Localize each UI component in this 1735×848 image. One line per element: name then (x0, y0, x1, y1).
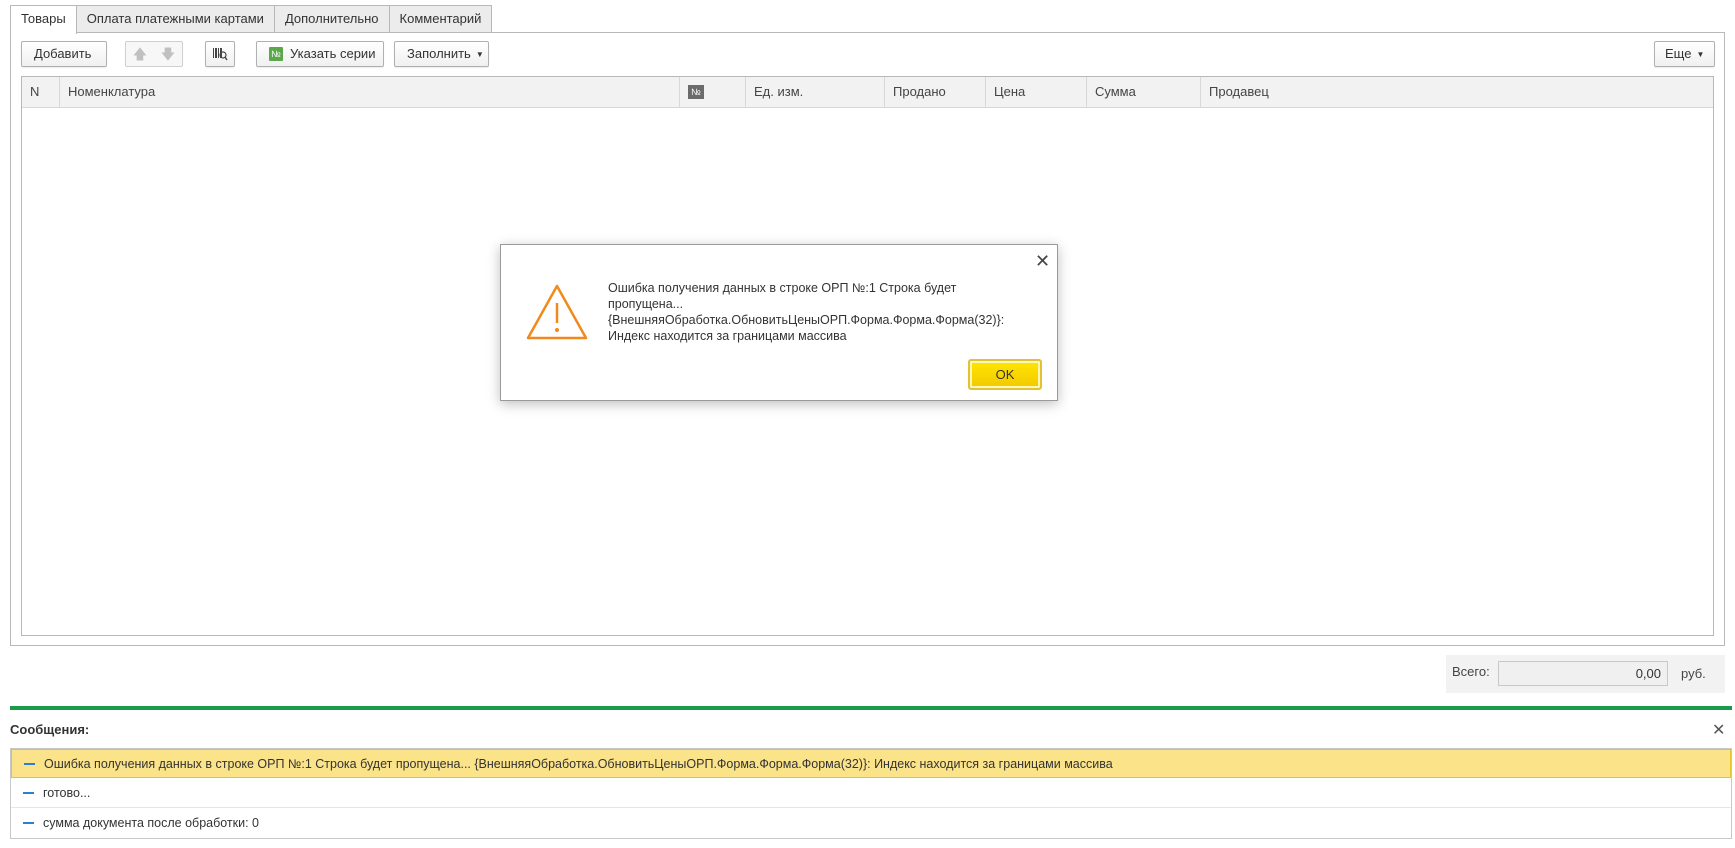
barcode-search-button[interactable] (205, 41, 235, 67)
tab-additional[interactable]: Дополнительно (273, 5, 390, 33)
error-message-line: Индекс находится за границами массива (608, 329, 847, 343)
messages-list: Ошибка получения данных в строке ОРП №:1… (10, 748, 1732, 839)
error-message-line: Ошибка получения данных в строке ОРП №:1… (608, 281, 957, 295)
tab-bar: Товары Оплата платежными картами Дополни… (10, 5, 493, 34)
column-header-series[interactable]: № (680, 77, 746, 107)
message-text: сумма документа после обработки: 0 (43, 816, 260, 830)
column-header-seller[interactable]: Продавец (1201, 77, 1715, 107)
message-item[interactable]: готово... (11, 779, 1731, 808)
column-header-nomenclature[interactable]: Номенклатура (60, 77, 680, 107)
specify-series-label: Указать серии (290, 46, 376, 61)
message-dash-icon (24, 763, 35, 765)
ok-button[interactable]: OK (968, 359, 1042, 390)
specify-series-button[interactable]: № Указать серии (256, 41, 384, 67)
message-item[interactable]: Ошибка получения данных в строке ОРП №:1… (11, 749, 1731, 778)
message-text: Ошибка получения данных в строке ОРП №:1… (44, 757, 1113, 771)
move-up-icon[interactable]: 🡅 (126, 42, 154, 66)
total-label: Всего: (1452, 664, 1490, 679)
error-message: Ошибка получения данных в строке ОРП №:1… (608, 280, 1028, 344)
warning-icon (526, 284, 588, 340)
tab-card-payments[interactable]: Оплата платежными картами (75, 5, 275, 33)
error-message-line: {ВнешняяОбработка.ОбновитьЦеныОРП.Форма.… (608, 313, 1005, 327)
tab-goods[interactable]: Товары (10, 5, 77, 34)
fill-dropdown-button[interactable]: Заполнить ▼ (394, 41, 489, 67)
column-header-sold[interactable]: Продано (885, 77, 986, 107)
close-icon[interactable]: ✕ (1035, 251, 1050, 272)
messages-divider (10, 706, 1732, 710)
message-text: готово... (43, 786, 91, 800)
series-icon: № (269, 46, 283, 61)
add-button[interactable]: Добавить (21, 41, 107, 67)
column-header-unit[interactable]: Ед. изм. (746, 77, 885, 107)
more-label: Еще (1665, 46, 1692, 61)
move-down-icon[interactable]: 🡇 (154, 42, 182, 66)
table-header: N Номенклатура № Ед. изм. Продано Цена С… (22, 77, 1713, 108)
total-currency: руб. (1681, 666, 1706, 681)
dropdown-arrow-icon: ▼ (1696, 49, 1705, 59)
message-item[interactable]: сумма документа после обработки: 0 (11, 809, 1731, 838)
column-header-n[interactable]: N (22, 77, 60, 107)
close-icon[interactable]: ✕ (1712, 720, 1725, 740)
dropdown-arrow-icon: ▼ (475, 49, 484, 59)
error-message-line: пропущена... (608, 297, 684, 311)
barcode-icon (213, 48, 228, 61)
column-header-price[interactable]: Цена (986, 77, 1087, 107)
more-dropdown-button[interactable]: Еще ▼ (1654, 41, 1715, 67)
message-dash-icon (23, 792, 34, 794)
number-sign-icon: № (688, 84, 704, 99)
tab-comment[interactable]: Комментарий (388, 5, 493, 33)
fill-label: Заполнить (407, 46, 471, 61)
total-value: 0,00 (1498, 661, 1668, 686)
error-dialog: ✕ Ошибка получения данных в строке ОРП №… (500, 244, 1058, 401)
messages-title: Сообщения: (10, 722, 90, 737)
move-buttons-group: 🡅 🡇 (125, 41, 183, 67)
message-dash-icon (23, 822, 34, 824)
column-header-sum[interactable]: Сумма (1087, 77, 1201, 107)
